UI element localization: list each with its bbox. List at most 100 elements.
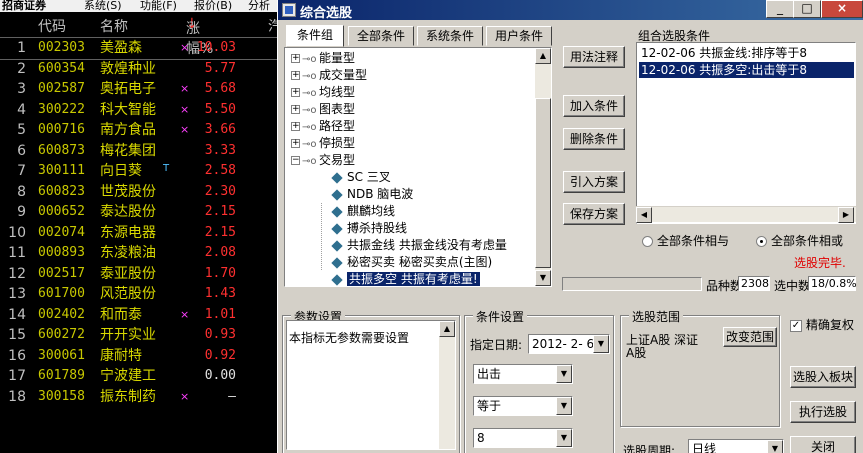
stock-screener-dialog: 综合选股 _ □ × 条件组 全部条件 系统条件 用户条件 + ⊸o 能量型 + ⊸o 成… [277,0,863,453]
scroll-right-icon[interactable]: ▶ [838,207,854,223]
tree-leaf[interactable]: 共振金线 共振金线没有考虑量 [331,237,507,254]
stock-row[interactable]: 15 600272 开开实业 0.93 [0,325,280,346]
usage-notes-button[interactable]: 用法注释 [563,46,625,68]
stock-row[interactable]: 17 601789 宁波建工 0.00 [0,366,280,387]
header-change[interactable]: 涨幅% ↓ [186,16,213,57]
stock-row[interactable]: 2 600354 敦煌种业 5.77 [0,59,280,80]
chevron-down-icon[interactable]: ▼ [556,429,572,447]
stock-row[interactable]: 12 002517 泰亚股份 1.70 [0,264,280,285]
stock-row[interactable]: 13 601700 风范股份 1.43 [0,284,280,305]
tab-all-conditions[interactable]: 全部条件 [348,26,414,46]
tree-leaf-label: 搏杀持股线 [347,221,408,235]
stock-row[interactable]: 16 300061 康耐特 0.92 [0,346,280,367]
chevron-down-icon[interactable]: ▼ [556,397,572,415]
tree-leaf[interactable]: SC 三叉 [331,169,391,186]
collapse-icon[interactable]: − [291,156,300,165]
tree-group[interactable]: + ⊸o 停损型 [291,135,355,152]
maximize-button[interactable]: □ [793,0,821,18]
stock-row[interactable]: 14 002402 和而泰 × 1.01 [0,305,280,326]
tab-user-conditions[interactable]: 用户条件 [486,26,552,46]
import-scheme-button[interactable]: 引入方案 [563,171,625,193]
param-scrollbar[interactable]: ▲ [439,321,455,449]
tree-group[interactable]: + ⊸o 路径型 [291,118,355,135]
header-name[interactable]: 名称 [100,16,128,36]
stock-row[interactable]: 18 300158 振东制药 × — [0,387,280,408]
combo-hscrollbar[interactable]: ◀ ▶ [636,206,856,223]
menu-analysis[interactable]: 分析 [248,0,270,12]
tree-scrollbar[interactable]: ▲ ▼ [535,48,551,286]
expand-icon[interactable]: + [291,105,300,114]
tree-leaf[interactable]: NDB 脑电波 [331,186,413,203]
expand-icon[interactable]: + [291,54,300,63]
stock-row[interactable]: 8 600823 世茂股份 2.30 [0,182,280,203]
scroll-down-icon[interactable]: ▼ [535,270,551,286]
tree-leaf[interactable]: 秘密买卖 秘密买卖点(主图) [331,254,492,271]
add-condition-button[interactable]: 加入条件 [563,95,625,117]
tree-leaf[interactable]: 共振多空 共振有考虑量! [331,271,480,286]
tree-group[interactable]: + ⊸o 图表型 [291,101,355,118]
value-select[interactable]: 8 ▼ [473,428,573,448]
row-index: 2 [17,60,26,77]
period-select[interactable]: 日线 ▼ [688,439,784,453]
expand-icon[interactable]: + [291,71,300,80]
stock-name: 奥拓电子 [100,81,156,97]
tree-leaf-label: 共振金线 共振金线没有考虑量 [347,238,507,252]
scroll-up-icon[interactable]: ▲ [535,48,551,64]
range-text-line2: A股 [626,346,647,360]
stock-row[interactable]: 4 300222 科大智能 × 5.50 [0,100,280,121]
close-button[interactable]: 关闭 [790,436,856,453]
dialog-titlebar[interactable]: 综合选股 _ □ × [278,0,863,21]
stock-mark: × [180,307,190,321]
combo-conditions-list[interactable]: 12-02-06 共振金线:排序等于8 12-02-06 共振多空:出击等于8 [636,42,856,224]
tree-group[interactable]: − ⊸o 交易型 [291,152,355,169]
change-range-button[interactable]: 改变范围 [723,327,777,347]
scroll-thumb[interactable] [535,98,551,268]
menu-system[interactable]: 系统(S) [84,0,122,12]
scroll-left-icon[interactable]: ◀ [636,207,652,223]
scroll-up-icon[interactable]: ▲ [439,321,455,337]
stock-row[interactable]: 1 002303 美盈森 × 10.03 [0,37,280,60]
stock-row[interactable]: 3 002587 奥拓电子 × 5.68 [0,79,280,100]
chevron-down-icon[interactable]: ▼ [767,440,783,453]
tab-condition-group[interactable]: 条件组 [286,25,344,47]
expand-icon[interactable]: + [291,139,300,148]
stock-row[interactable]: 5 000716 南方食品 × 3.66 [0,120,280,141]
expand-icon[interactable]: + [291,88,300,97]
stock-mark: × [180,123,190,136]
combo-item-selected[interactable]: 12-02-06 共振多空:出击等于8 [639,62,854,78]
header-code[interactable]: 代码 [38,16,66,36]
tree-leaf[interactable]: 搏杀持股线 [331,220,407,237]
minimize-button[interactable]: _ [766,0,794,18]
param-box[interactable]: 本指标无参数需要设置 ▲ [286,320,456,450]
tree-group[interactable]: + ⊸o 成交量型 [291,67,367,84]
condition-tree[interactable]: + ⊸o 能量型 + ⊸o 成交量型 + ⊸o 均线型 + ⊸o 图表型 + ⊸o 路径型 + ⊸o 停损型 − ⊸o… [284,47,552,287]
stock-row[interactable]: 7 300111 向日葵 T 2.58 [0,161,280,182]
date-picker[interactable]: 2012- 2- 6 ▼ [528,334,610,354]
close-window-button[interactable]: × [821,0,863,18]
tree-group[interactable]: + ⊸o 能量型 [291,50,355,67]
exact-fq-checkbox[interactable]: ✓ 精确复权 [790,316,854,333]
chevron-down-icon[interactable]: ▼ [593,335,609,353]
stock-row[interactable]: 6 600873 梅花集团 3.33 [0,141,280,162]
tree-group[interactable]: + ⊸o 均线型 [291,84,355,101]
tree-leaf-label: 共振多空 共振有考虑量! [347,272,480,286]
stock-row[interactable]: 11 000893 东凌粮油 2.08 [0,243,280,264]
combo-item[interactable]: 12-02-06 共振金线:排序等于8 [639,45,809,61]
execute-selection-button[interactable]: 执行选股 [790,401,856,423]
stock-row[interactable]: 9 000652 泰达股份 2.15 [0,202,280,223]
status-text: 选股完毕. [794,256,846,270]
select-to-block-button[interactable]: 选股入板块 [790,366,856,388]
tab-system-conditions[interactable]: 系统条件 [417,26,483,46]
save-scheme-button[interactable]: 保存方案 [563,203,625,225]
menu-quote[interactable]: 报价(B) [194,0,232,12]
tree-leaf[interactable]: 麒麟均线 [331,203,395,220]
delete-condition-button[interactable]: 删除条件 [563,128,625,150]
menu-function[interactable]: 功能(F) [140,0,177,12]
field-select[interactable]: 出击 ▼ [473,364,573,384]
radio-all-or[interactable]: 全部条件相或 [756,232,843,249]
chevron-down-icon[interactable]: ▼ [556,365,572,383]
stock-row[interactable]: 10 002074 东源电器 2.15 [0,223,280,244]
radio-all-and[interactable]: 全部条件相与 [642,232,729,249]
operator-select[interactable]: 等于 ▼ [473,396,573,416]
expand-icon[interactable]: + [291,122,300,131]
